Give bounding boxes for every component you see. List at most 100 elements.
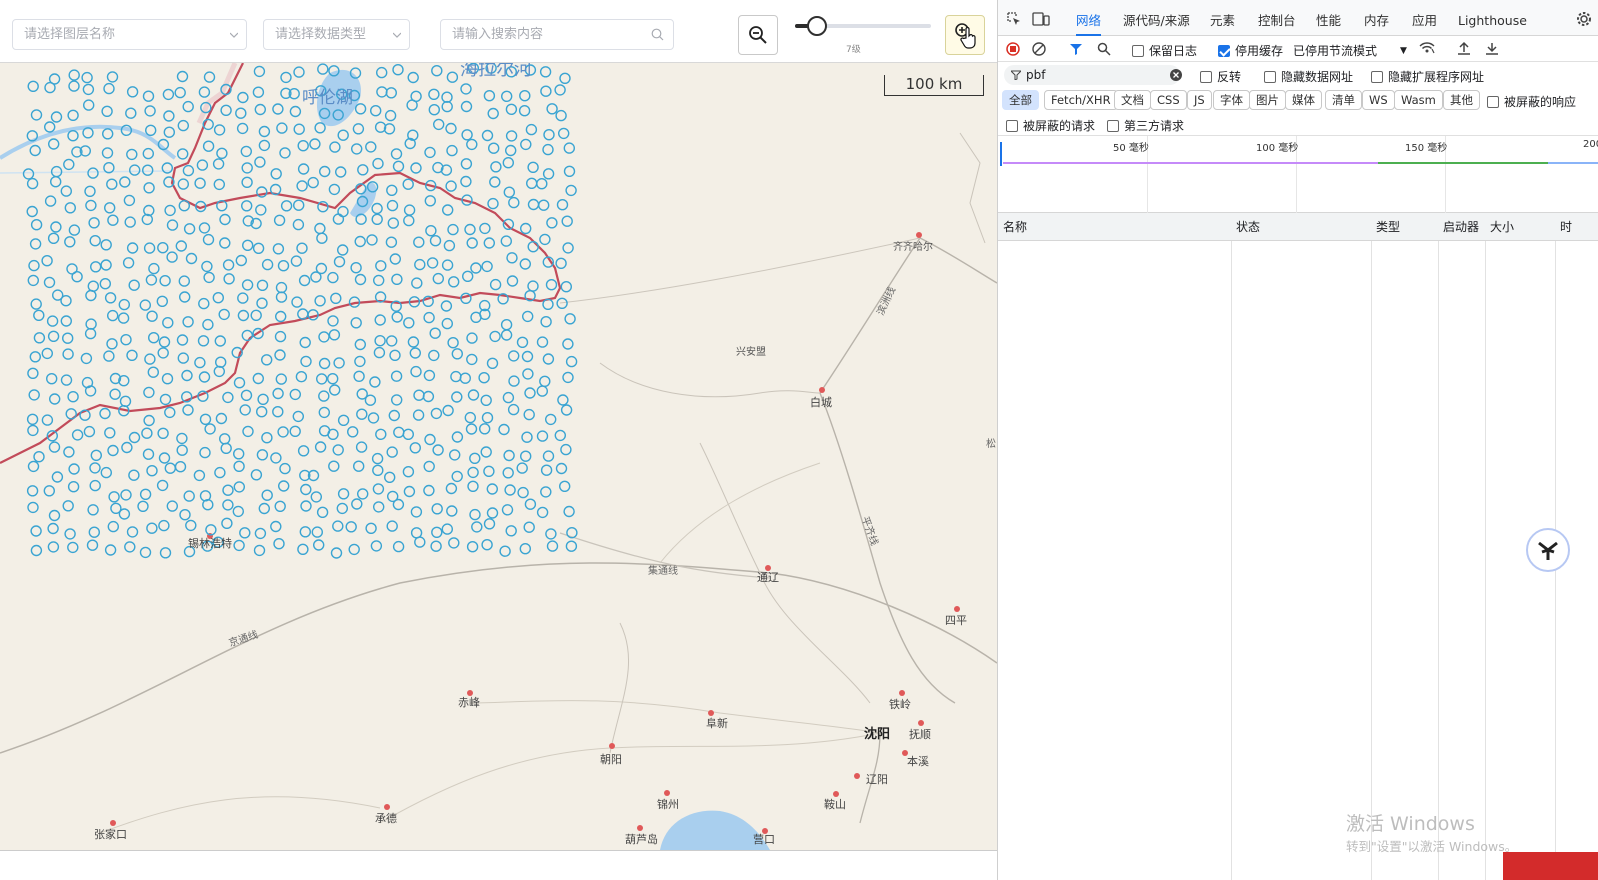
gear-icon[interactable] bbox=[1576, 11, 1592, 27]
chip-fetch-xhr[interactable]: Fetch/XHR bbox=[1044, 90, 1118, 110]
filter-input[interactable]: pbf bbox=[1004, 65, 1182, 85]
timeline-tick: 150 毫秒 bbox=[1405, 143, 1448, 154]
chip-ws[interactable]: WS bbox=[1362, 90, 1395, 110]
search-icon[interactable] bbox=[1097, 42, 1111, 56]
zoom-out-icon bbox=[749, 26, 767, 44]
checkbox-box[interactable] bbox=[1218, 44, 1230, 57]
page-footer bbox=[0, 850, 997, 880]
search-placeholder: 请输入搜索内容 bbox=[452, 27, 544, 42]
windows-activation-title: 激活 Windows bbox=[1346, 813, 1475, 835]
chip-js[interactable]: JS bbox=[1187, 90, 1212, 110]
column-divider bbox=[1231, 241, 1232, 880]
zoom-slider[interactable] bbox=[795, 16, 931, 36]
tab-sources[interactable]: 源代码/来源 bbox=[1123, 0, 1190, 36]
filter-icon bbox=[1011, 70, 1021, 80]
filter-icon[interactable] bbox=[1069, 42, 1083, 56]
map-label-chaoyang: 朝阳 bbox=[600, 753, 622, 766]
checkbox-box[interactable] bbox=[1006, 119, 1018, 132]
device-toolbar-icon[interactable] bbox=[1032, 11, 1050, 27]
map-canvas[interactable]: 海拉尔河 呼伦湖 齐齐哈尔 兴安盟 白城 通辽 四平 赤峰 阜新 朝阳 沈阳 铁… bbox=[0, 63, 997, 850]
map-label-chifeng: 赤峰 bbox=[458, 696, 480, 709]
preserve-log-label: 保留日志 bbox=[1149, 44, 1198, 58]
network-toolbar: 保留日志 停用缓存 已停用节流模式 ▼ bbox=[998, 36, 1598, 62]
timeline-tick: 100 毫秒 bbox=[1256, 143, 1299, 154]
throttle-label: 已停用节流模式 bbox=[1293, 44, 1378, 58]
chip-font[interactable]: 字体 bbox=[1213, 90, 1250, 110]
map-label-tongliao: 通辽 bbox=[757, 571, 779, 584]
filter-value: pbf bbox=[1026, 68, 1046, 82]
tab-network[interactable]: 网络 bbox=[1076, 0, 1102, 36]
column-initiator[interactable]: 启动器 bbox=[1438, 213, 1479, 241]
data-type-select[interactable]: 请选择数据类型 bbox=[263, 19, 410, 50]
zoom-in-button[interactable] bbox=[945, 15, 985, 55]
chevron-down-icon bbox=[393, 32, 401, 38]
map-label-fuxin: 阜新 bbox=[706, 717, 728, 730]
column-type[interactable]: 类型 bbox=[1371, 213, 1400, 241]
network-timeline[interactable]: 50 毫秒 100 毫秒 150 毫秒 200 bbox=[998, 136, 1598, 213]
blocked-response-checkbox[interactable]: 被屏蔽的响应 bbox=[1487, 93, 1576, 110]
checkbox-box[interactable] bbox=[1200, 70, 1212, 83]
layer-select[interactable]: 请选择图层名称 bbox=[12, 19, 247, 50]
windows-activation-subtitle: 转到"设置"以激活 Windows。 bbox=[1346, 839, 1518, 854]
checkbox-box[interactable] bbox=[1371, 70, 1383, 83]
map-label-hulun-lake: 呼伦湖 bbox=[302, 88, 353, 108]
column-size[interactable]: 大小 bbox=[1485, 213, 1514, 241]
map-label-yingkou: 营口 bbox=[753, 833, 775, 846]
chip-doc[interactable]: 文档 bbox=[1114, 90, 1151, 110]
hide-data-urls-checkbox[interactable]: 隐藏数据网址 bbox=[1264, 68, 1353, 85]
search-input[interactable]: 请输入搜索内容 bbox=[440, 19, 674, 50]
map-app: 请选择图层名称 请选择数据类型 请输入搜索内容 7级 海拉尔河 呼伦湖 齐齐哈尔… bbox=[0, 0, 997, 880]
column-time[interactable]: 时 bbox=[1555, 213, 1572, 241]
blocked-requests-checkbox[interactable]: 被屏蔽的请求 bbox=[1006, 117, 1095, 134]
map-label-benxi: 本溪 bbox=[907, 755, 929, 768]
tab-performance[interactable]: 性能 bbox=[1316, 0, 1341, 36]
chip-wasm[interactable]: Wasm bbox=[1394, 90, 1443, 110]
upload-icon[interactable] bbox=[1457, 41, 1471, 56]
tab-application[interactable]: 应用 bbox=[1412, 0, 1437, 36]
chip-other[interactable]: 其他 bbox=[1443, 90, 1480, 110]
map-label-xinganmeng: 兴安盟 bbox=[736, 347, 766, 358]
clear-filter-icon[interactable] bbox=[1170, 69, 1182, 81]
clear-icon[interactable] bbox=[1032, 42, 1046, 56]
devtools-panel: 网络 源代码/来源 元素 控制台 性能 内存 应用 Lighthouse 保留日… bbox=[997, 0, 1598, 880]
tab-lighthouse[interactable]: Lighthouse bbox=[1458, 0, 1527, 36]
network-conditions-icon[interactable] bbox=[1419, 41, 1435, 55]
checkbox-box[interactable] bbox=[1132, 44, 1144, 57]
chip-media[interactable]: 媒体 bbox=[1285, 90, 1322, 110]
timeline-tick: 200 bbox=[1583, 139, 1598, 150]
preserve-log-checkbox[interactable]: 保留日志 bbox=[1132, 42, 1197, 59]
map-label-huludao: 葫芦岛 bbox=[625, 833, 658, 846]
checkbox-box[interactable] bbox=[1487, 95, 1499, 108]
column-name[interactable]: 名称 bbox=[998, 213, 1027, 241]
map-label-siping: 四平 bbox=[945, 614, 967, 627]
checkbox-box[interactable] bbox=[1264, 70, 1276, 83]
tab-memory[interactable]: 内存 bbox=[1364, 0, 1389, 36]
third-party-checkbox[interactable]: 第三方请求 bbox=[1107, 117, 1184, 134]
checkbox-box[interactable] bbox=[1107, 119, 1119, 132]
base-map bbox=[0, 63, 997, 850]
record-stop-icon[interactable] bbox=[1006, 42, 1020, 56]
disable-cache-checkbox[interactable]: 停用缓存 bbox=[1218, 42, 1283, 59]
tab-elements[interactable]: 元素 bbox=[1210, 0, 1235, 36]
chip-img[interactable]: 图片 bbox=[1249, 90, 1286, 110]
invert-checkbox[interactable]: 反转 bbox=[1200, 68, 1241, 85]
tab-console[interactable]: 控制台 bbox=[1258, 0, 1296, 36]
chip-manifest[interactable]: 清单 bbox=[1325, 90, 1362, 110]
map-label-fushun: 抚顺 bbox=[909, 728, 931, 741]
map-label-qiqihar: 齐齐哈尔 bbox=[893, 242, 933, 253]
download-icon[interactable] bbox=[1485, 41, 1499, 56]
column-status[interactable]: 状态 bbox=[1231, 213, 1260, 241]
zoom-level-label: 7级 bbox=[846, 45, 861, 55]
inspect-element-icon[interactable] bbox=[1006, 11, 1022, 27]
zoom-out-button[interactable] bbox=[738, 15, 778, 55]
chip-all[interactable]: 全部 bbox=[1002, 90, 1039, 110]
throttle-select[interactable]: 已停用节流模式 ▼ bbox=[1293, 42, 1407, 59]
floating-assistant-button[interactable] bbox=[1526, 528, 1570, 572]
hide-ext-urls-checkbox[interactable]: 隐藏扩展程序网址 bbox=[1371, 68, 1484, 85]
third-party-label: 第三方请求 bbox=[1124, 119, 1185, 133]
zoom-slider-thumb[interactable] bbox=[807, 16, 827, 36]
map-label-shenyang: 沈阳 bbox=[864, 727, 891, 742]
taskbar-corner bbox=[1503, 852, 1598, 880]
scale-bar: 100 km bbox=[884, 75, 984, 96]
chip-css[interactable]: CSS bbox=[1150, 90, 1187, 110]
